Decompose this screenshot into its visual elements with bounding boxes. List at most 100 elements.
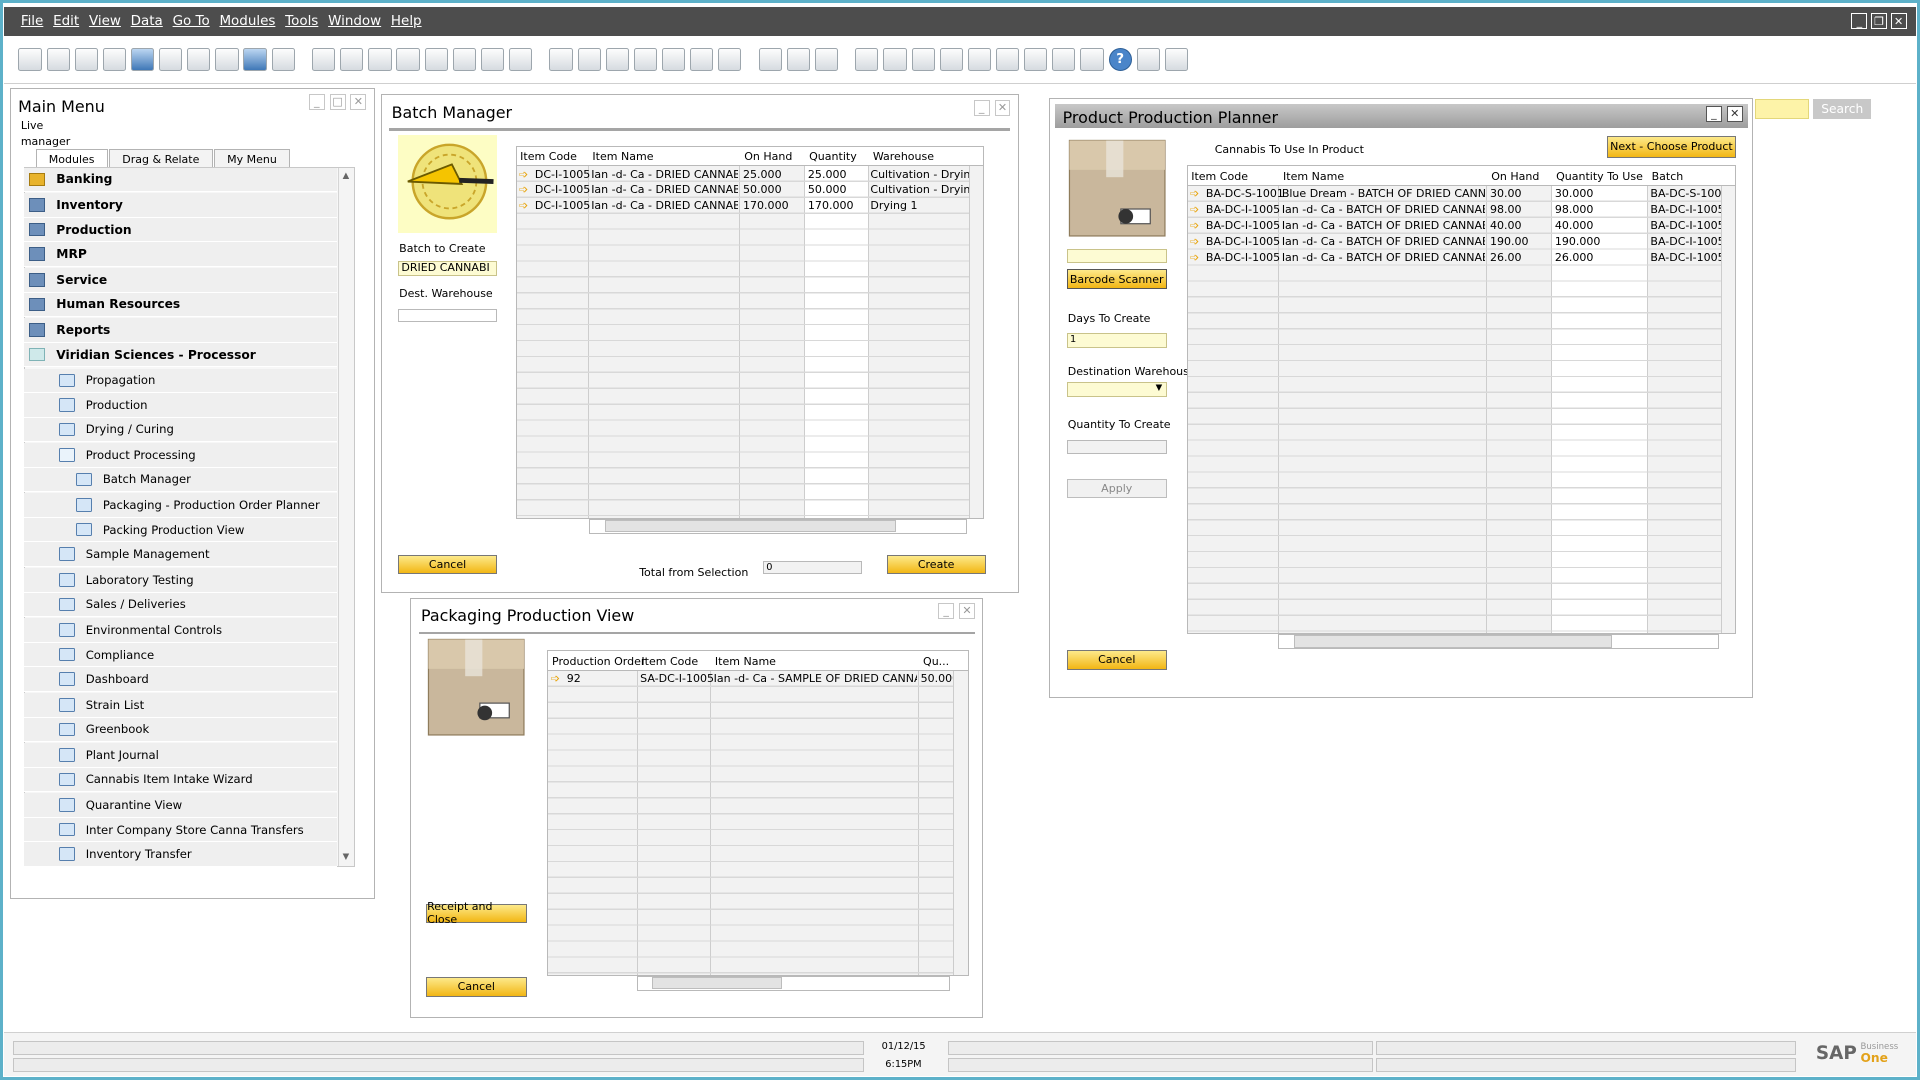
col-on-hand[interactable]: On Hand	[744, 150, 792, 163]
sms-icon[interactable]	[102, 47, 127, 72]
folder-product-processing[interactable]: Product Processing	[24, 443, 337, 468]
maximize-icon[interactable]: □	[329, 94, 346, 110]
add-icon[interactable]	[340, 47, 364, 72]
pencil-icon[interactable]	[758, 47, 782, 72]
folder-compliance[interactable]: Compliance	[24, 642, 337, 668]
target-document-icon[interactable]	[577, 47, 601, 72]
menu-goto[interactable]: Go To	[173, 14, 220, 29]
main-menu-scrollbar[interactable]: ▲ ▼	[337, 167, 354, 866]
module-mrp[interactable]: MRP	[24, 242, 337, 267]
col-batch[interactable]: Batch	[1652, 170, 1684, 183]
link-arrow-icon[interactable]: ➩	[1190, 187, 1199, 200]
message-icon[interactable]	[883, 47, 907, 72]
quantity-to-create-field[interactable]	[1066, 439, 1167, 455]
create-button[interactable]: Create	[886, 554, 986, 575]
help-icon[interactable]: ?	[1108, 47, 1132, 72]
folder-laboratory-testing[interactable]: Laboratory Testing	[24, 568, 337, 593]
first-record-icon[interactable]	[368, 47, 392, 72]
restore-icon[interactable]: ❐	[1871, 13, 1887, 30]
planner-grid-hscroll[interactable]	[1278, 634, 1720, 649]
menu-item-inventory-transfer[interactable]: Inventory Transfer	[24, 842, 337, 867]
folder-production[interactable]: Production	[24, 393, 337, 418]
menu-item-inter-company-transfers[interactable]: Inter Company Store Canna Transfers	[24, 817, 337, 843]
folder-propagation[interactable]: Propagation	[24, 368, 337, 394]
module-production[interactable]: Production	[24, 217, 337, 243]
link-icon[interactable]	[967, 47, 992, 72]
sort-icon[interactable]	[508, 47, 533, 72]
menu-edit[interactable]: Edit	[53, 14, 89, 29]
menu-item-packing-view[interactable]: Packing Production View	[24, 517, 337, 543]
col-item-name[interactable]: Item Name	[1283, 170, 1344, 183]
table-row[interactable]: ➩ BA-DC-S-1001 Blue Dream - BATCH OF DRI…	[1188, 186, 1736, 202]
table-row[interactable]: ➩ DC-I-1005 Ian -d- Ca - DRIED CANNABIS …	[517, 182, 984, 198]
find-icon[interactable]	[312, 47, 336, 72]
next-record-icon[interactable]	[424, 47, 448, 72]
table-row[interactable]: ➩ BA-DC-I-1005 Ian -d- Ca - BATCH OF DRI…	[1188, 234, 1736, 250]
next-choose-product-button[interactable]: Next - Choose Product	[1606, 135, 1737, 158]
email-icon[interactable]	[74, 47, 98, 72]
link-arrow-icon[interactable]: ➩	[551, 672, 560, 685]
menu-data[interactable]: Data	[131, 14, 173, 29]
destination-warehouse-select[interactable]: ▼	[1066, 382, 1167, 397]
check-icon[interactable]	[814, 47, 839, 72]
settings-doc-icon[interactable]	[786, 47, 810, 72]
trans-icon[interactable]	[718, 47, 742, 72]
structure-icon[interactable]	[1080, 47, 1104, 72]
last-record-icon[interactable]	[452, 47, 476, 72]
module-reports[interactable]: Reports	[24, 318, 337, 343]
user-settings-icon[interactable]	[1136, 47, 1160, 72]
workflow-icon[interactable]	[1052, 47, 1076, 72]
table-row[interactable]: ➩ BA-DC-I-1005 Ian -d- Ca - BATCH OF DRI…	[1188, 218, 1736, 234]
module-service[interactable]: Service	[24, 268, 337, 293]
close-icon[interactable]: ✕	[1726, 106, 1743, 123]
cancel-button[interactable]: Cancel	[426, 977, 527, 997]
menu-file[interactable]: File	[4, 14, 53, 29]
menu-item-intake-wizard[interactable]: Cannabis Item Intake Wizard	[24, 767, 337, 793]
lock-icon[interactable]	[271, 47, 295, 72]
module-inventory[interactable]: Inventory	[24, 193, 337, 218]
menu-item-packaging-planner[interactable]: Packaging - Production Order Planner	[24, 493, 337, 518]
module-banking[interactable]: Banking	[24, 167, 337, 193]
close-icon[interactable]: ✕	[959, 603, 975, 620]
menu-item-plant-journal[interactable]: Plant Journal	[24, 743, 337, 768]
link-arrow-icon[interactable]: ➩	[519, 199, 528, 212]
menu-window[interactable]: Window	[328, 14, 391, 29]
minimize-icon[interactable]: _	[938, 603, 955, 620]
tab-drag-relate[interactable]: Drag & Relate	[108, 149, 213, 167]
link-arrow-icon[interactable]: ➩	[1190, 235, 1199, 248]
minimize-icon[interactable]: _	[1705, 106, 1722, 123]
word-icon[interactable]	[187, 47, 211, 72]
table-row[interactable]: ➩ 92 SA-DC-I-1005 Ian -d- Ca - SAMPLE OF…	[548, 671, 967, 687]
menu-item-quarantine-view[interactable]: Quarantine View	[24, 793, 337, 818]
close-icon[interactable]: ✕	[350, 94, 367, 110]
planner-grid-vscroll[interactable]	[1720, 185, 1736, 634]
preview-icon[interactable]	[18, 47, 42, 72]
col-item-code[interactable]: Item Code	[641, 655, 698, 668]
journal-icon[interactable]	[605, 47, 629, 72]
save-icon[interactable]	[130, 47, 155, 72]
gross-profit-icon[interactable]	[661, 47, 686, 72]
link-arrow-icon[interactable]: ➩	[519, 168, 528, 181]
menu-item-strain-list[interactable]: Strain List	[24, 693, 337, 718]
folder-drying-curing[interactable]: Drying / Curing	[24, 417, 337, 443]
apply-button[interactable]: Apply	[1066, 478, 1167, 499]
batch-to-create-field[interactable]: DRIED CANNABI	[397, 260, 498, 276]
cancel-button[interactable]: Cancel	[397, 554, 498, 575]
copy-icon[interactable]	[995, 47, 1020, 72]
previous-record-icon[interactable]	[396, 47, 420, 72]
payment-icon[interactable]	[633, 47, 658, 72]
search-button[interactable]: Search	[1813, 99, 1872, 119]
print-icon[interactable]	[46, 47, 70, 72]
close-icon[interactable]: ✕	[994, 100, 1011, 117]
link-arrow-icon[interactable]: ➩	[1190, 203, 1199, 216]
minimize-icon[interactable]: _	[308, 94, 325, 110]
days-to-create-field[interactable]: 1	[1066, 333, 1167, 348]
col-item-code[interactable]: Item Code	[1191, 170, 1248, 183]
table-row[interactable]: ➩ DC-I-1005 Ian -d- Ca - DRIED CANNABIS …	[517, 198, 984, 214]
barcode-input[interactable]	[1066, 248, 1167, 264]
base-document-icon[interactable]	[549, 47, 573, 72]
menu-item-batch-manager[interactable]: Batch Manager	[24, 467, 337, 493]
link-arrow-icon[interactable]: ➩	[1190, 219, 1199, 232]
dest-warehouse-field[interactable]	[397, 308, 498, 323]
launch-icon[interactable]	[243, 47, 267, 72]
